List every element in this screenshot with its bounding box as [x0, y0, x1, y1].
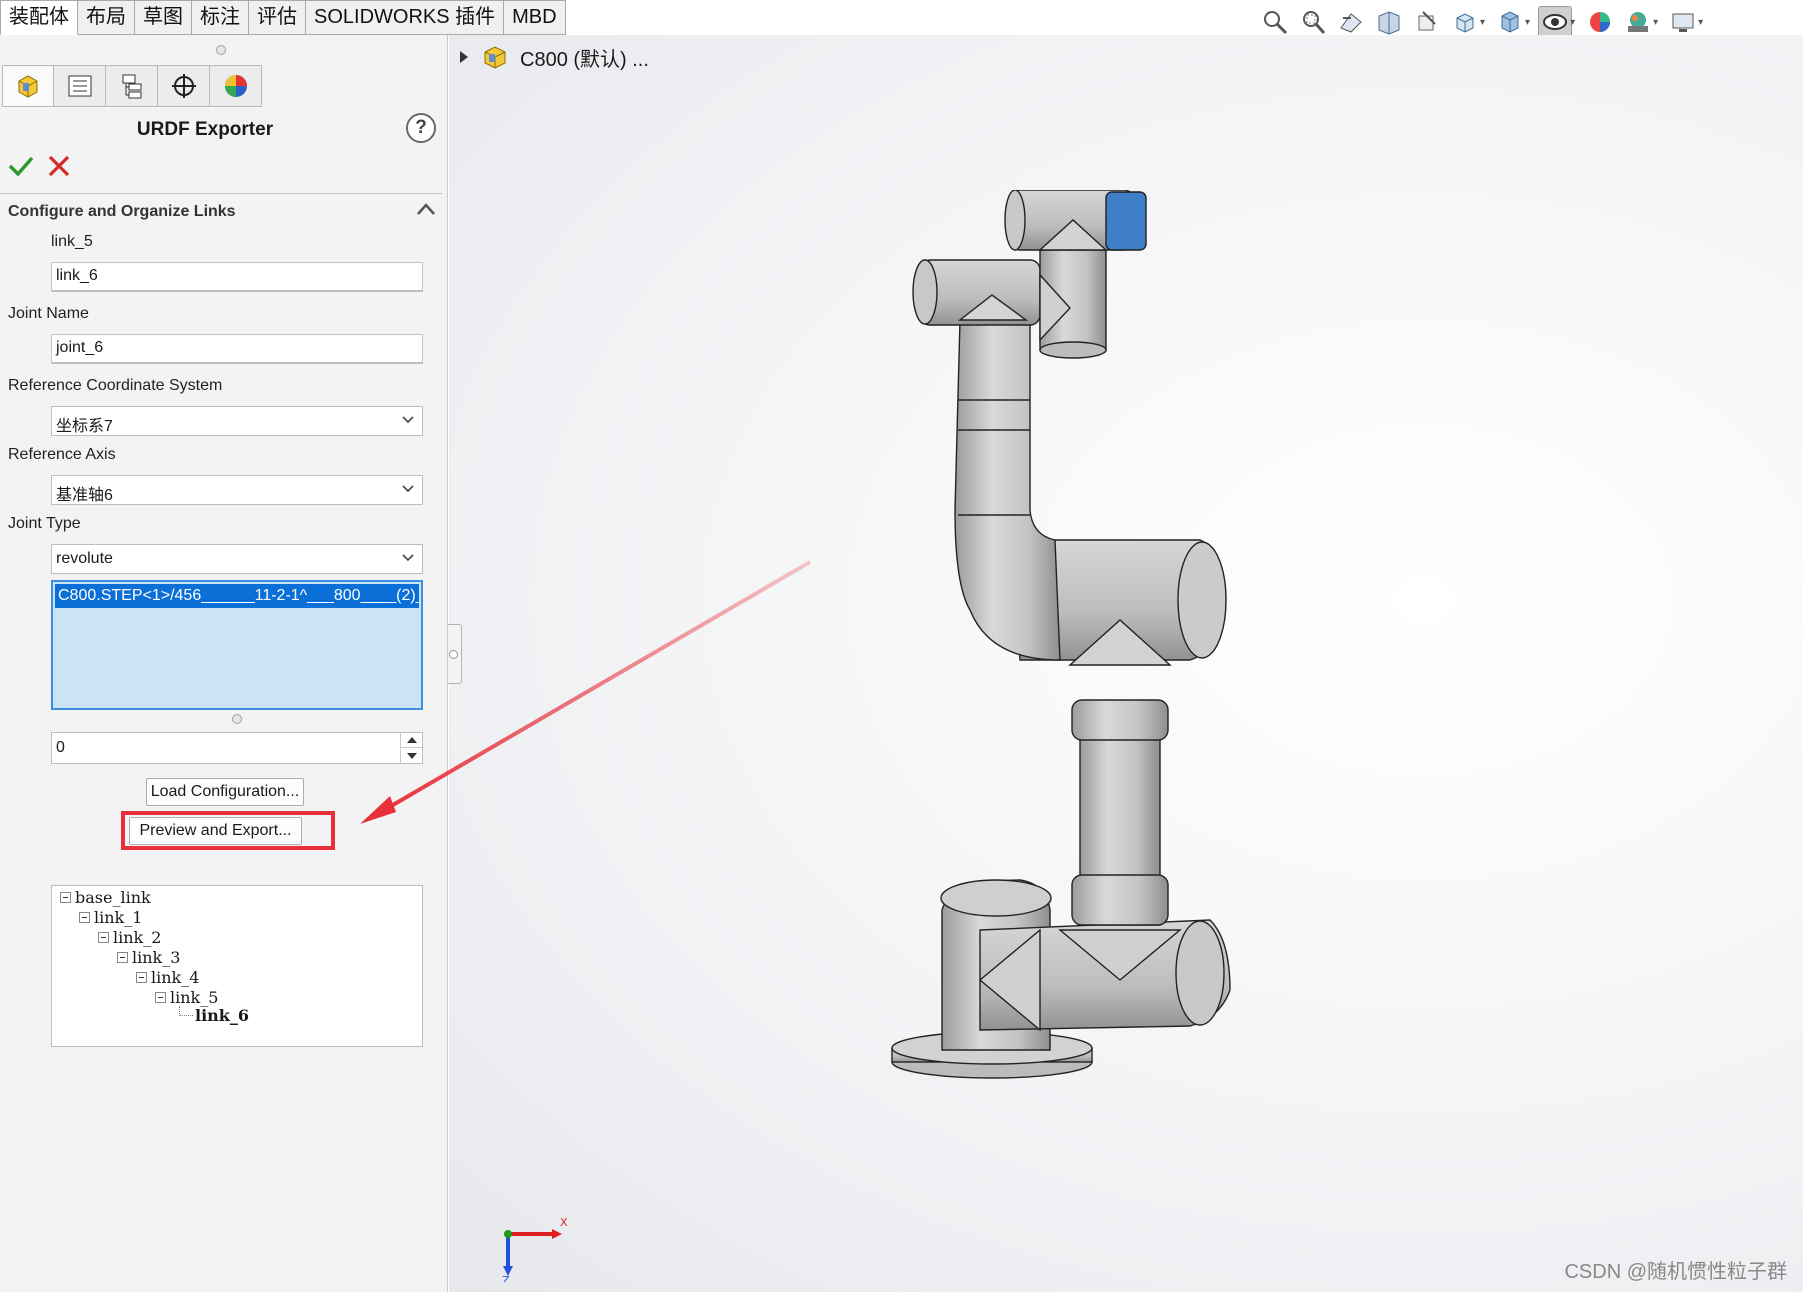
tool-flange — [1105, 191, 1147, 251]
dynamic-annotation-icon[interactable] — [1410, 6, 1444, 38]
configuration-manager-tab[interactable] — [106, 65, 158, 107]
zoom-to-area-icon[interactable] — [1296, 6, 1330, 38]
command-manager-tabs: 装配体 布局 草图 标注 评估 SOLIDWORKS 插件 MBD — [0, 0, 566, 35]
z-axis-label: Z — [502, 1274, 510, 1282]
tree-node[interactable]: link_5 — [155, 988, 218, 1008]
tab-solidworks-addins[interactable]: SOLIDWORKS 插件 — [306, 0, 505, 35]
robot-arm-model[interactable] — [880, 190, 1260, 1100]
expand-triangle-icon[interactable] — [458, 50, 470, 64]
divider — [0, 193, 442, 194]
tab-mbd[interactable]: MBD — [504, 0, 566, 35]
link-name-field[interactable]: link_6 — [51, 262, 423, 292]
collapse-box-icon[interactable] — [117, 952, 128, 963]
ref-axis-label: Reference Axis — [8, 446, 116, 463]
crosshair-icon — [171, 74, 196, 98]
link-tree: base_link link_1 link_2 link_3 link_4 li… — [51, 885, 423, 1047]
tree-node[interactable]: link_1 — [79, 908, 142, 928]
tab-evaluate[interactable]: 评估 — [249, 0, 306, 35]
view-orientation-icon[interactable] — [1448, 6, 1482, 38]
joint-type-label: Joint Type — [8, 515, 81, 532]
collapse-box-icon[interactable] — [60, 892, 71, 903]
zoom-to-fit-icon[interactable] — [1258, 6, 1292, 38]
display-style-icon[interactable] — [1493, 6, 1527, 38]
hide-show-items-icon[interactable] — [1538, 6, 1573, 38]
chevron-down-icon[interactable]: ▾ — [1653, 17, 1658, 28]
feature-manager-tab[interactable] — [2, 65, 54, 107]
chevron-down-icon[interactable]: ▾ — [1525, 17, 1530, 28]
help-button[interactable]: ? — [406, 113, 436, 143]
view-settings-icon[interactable] — [1666, 6, 1700, 38]
heads-up-toolbar: ▾ ▾ ▾ ▾ ▾ — [1258, 6, 1707, 38]
ref-axis-value: 基准轴6 — [56, 487, 113, 504]
assembly-name: C800 (默认) ... — [520, 48, 649, 71]
ref-axis-select[interactable]: 基准轴6 — [51, 475, 423, 505]
tree-node[interactable]: base_link — [60, 888, 151, 908]
chevron-down-icon[interactable]: ▾ — [1480, 17, 1485, 28]
tree-connector — [179, 1006, 193, 1016]
watermark: CSDN @随机惯性粒子群 — [1564, 1261, 1787, 1283]
assembly-icon — [18, 75, 38, 98]
stepper-value: 0 — [56, 739, 65, 756]
edit-appearance-icon[interactable] — [1583, 6, 1617, 38]
chevron-down-icon — [402, 485, 414, 493]
highlight-annotation-box — [121, 811, 335, 850]
tree-node-selected[interactable]: link_6 — [179, 1006, 249, 1026]
annotation-arrow — [360, 560, 812, 824]
tree-node[interactable]: link_2 — [98, 928, 161, 948]
previous-view-icon[interactable] — [1334, 6, 1368, 38]
tab-assembly[interactable]: 装配体 — [0, 0, 78, 35]
flyout-feature-tree[interactable]: C800 (默认) ... — [458, 42, 649, 72]
cancel-x-icon[interactable] — [46, 153, 72, 179]
apply-scene-icon[interactable] — [1621, 6, 1655, 38]
property-manager-tab[interactable] — [54, 65, 106, 107]
collapse-box-icon[interactable] — [155, 992, 166, 1003]
reference-triad: X Z — [502, 1216, 568, 1282]
ref-coord-select[interactable]: 坐标系7 — [51, 406, 423, 436]
ref-coord-value: 坐标系7 — [56, 418, 113, 435]
chevron-down-icon[interactable]: ▾ — [1698, 17, 1703, 28]
ref-coord-label: Reference Coordinate System — [8, 377, 223, 394]
chevron-down-icon[interactable]: ▾ — [1570, 17, 1575, 28]
tab-sketch[interactable]: 草图 — [135, 0, 192, 35]
group-title: Configure and Organize Links — [8, 203, 236, 220]
section-view-icon[interactable] — [1372, 6, 1406, 38]
chevron-down-icon — [402, 416, 414, 424]
parent-link-label: link_5 — [51, 233, 93, 250]
ok-checkmark-icon[interactable] — [8, 153, 34, 179]
assembly-icon — [484, 46, 506, 69]
load-configuration-button[interactable]: Load Configuration... — [146, 778, 304, 806]
collapse-box-icon[interactable] — [136, 972, 147, 983]
page-title: URDF Exporter — [136, 119, 274, 140]
display-manager-tab[interactable] — [210, 65, 262, 107]
tab-markup[interactable]: 标注 — [192, 0, 249, 35]
property-list-icon — [68, 75, 91, 97]
tab-layout[interactable]: 布局 — [78, 0, 135, 35]
tree-node[interactable]: link_4 — [136, 968, 199, 988]
joint-type-value: revolute — [56, 550, 113, 567]
joint-name-label: Joint Name — [8, 305, 89, 322]
dimxpert-manager-tab[interactable] — [158, 65, 210, 107]
tree-node[interactable]: link_3 — [117, 948, 180, 968]
list-resize-handle[interactable] — [232, 714, 242, 724]
joint-name-field[interactable]: joint_6 — [51, 334, 423, 364]
x-axis-label: X — [560, 1216, 568, 1229]
manager-tabs — [2, 65, 262, 107]
collapse-box-icon[interactable] — [79, 912, 90, 923]
panel-splitter-handle[interactable] — [216, 45, 226, 55]
chevron-up-icon[interactable] — [416, 201, 436, 217]
appearance-ball-icon — [224, 75, 247, 97]
collapse-box-icon[interactable] — [98, 932, 109, 943]
configuration-icon — [122, 74, 141, 99]
